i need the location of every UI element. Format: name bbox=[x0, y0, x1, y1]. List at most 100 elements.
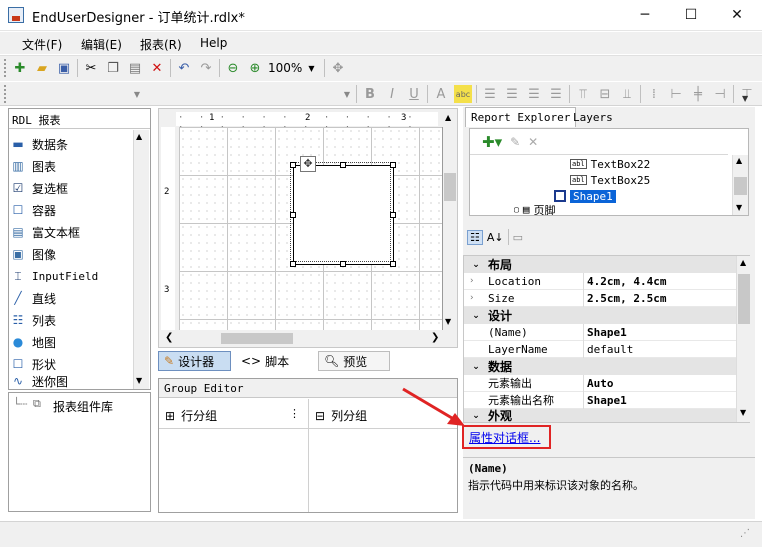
font-name-select[interactable]: ▼ bbox=[14, 85, 140, 103]
toolbox-item-map[interactable]: ● 地图 bbox=[11, 331, 136, 353]
new-icon[interactable]: ✚ bbox=[11, 59, 29, 77]
toolbar-overflow-icon[interactable]: ▼ bbox=[742, 94, 748, 103]
edit-icon[interactable]: ✎ bbox=[510, 135, 520, 149]
designer-vertical-scrollbar[interactable]: ▲ ▼ bbox=[443, 111, 457, 330]
tab-layers[interactable]: Layers bbox=[569, 110, 617, 125]
toolbox-item-shape[interactable]: ☐ 形状 bbox=[11, 353, 136, 375]
property-value[interactable]: default bbox=[584, 343, 633, 356]
property-value[interactable]: Auto bbox=[584, 377, 614, 390]
property-row-size[interactable]: Size 2.5cm, 2.5cm bbox=[464, 289, 736, 307]
property-category[interactable]: ⌄ 布局 bbox=[464, 256, 736, 273]
shape1-element[interactable]: ✥ bbox=[290, 156, 396, 267]
maximize-button[interactable]: ☐ bbox=[668, 0, 714, 30]
property-value[interactable]: 4.2cm, 4.4cm bbox=[584, 275, 666, 288]
scroll-up-icon[interactable]: ▲ bbox=[136, 132, 142, 141]
scroll-down-icon[interactable]: ▼ bbox=[736, 203, 742, 212]
scroll-thumb[interactable] bbox=[221, 333, 293, 344]
property-row-element-output[interactable]: 元素输出 Auto bbox=[464, 374, 736, 392]
move-icon[interactable]: ✥ bbox=[300, 156, 316, 172]
align-left-icon[interactable]: ☰ bbox=[481, 85, 499, 103]
resize-handle[interactable] bbox=[390, 261, 396, 267]
tree-item-page-footer[interactable]: ▢ ▤ 页脚 bbox=[514, 204, 555, 215]
cut-icon[interactable]: ✂ bbox=[82, 59, 100, 77]
scroll-thumb[interactable] bbox=[738, 274, 750, 324]
designer-horizontal-scrollbar[interactable]: ❮ ❯ bbox=[161, 331, 443, 346]
scroll-left-icon[interactable]: ❮ bbox=[165, 332, 173, 343]
scroll-thumb[interactable] bbox=[734, 177, 747, 195]
scroll-up-icon[interactable]: ▲ bbox=[740, 258, 746, 267]
property-pages-icon[interactable]: ▭ bbox=[513, 231, 523, 244]
align-rights-icon[interactable]: ⊣ bbox=[711, 85, 729, 103]
toolbox-item-checkbox[interactable]: ☑ 复选框 bbox=[11, 177, 136, 199]
column-groups-header[interactable]: ⊟ 列分组 bbox=[315, 407, 367, 424]
close-button[interactable]: ✕ bbox=[714, 0, 760, 30]
resize-grip-icon[interactable]: ⋰ bbox=[740, 528, 750, 539]
property-grid-scrollbar[interactable]: ▲ ▼ bbox=[736, 256, 750, 422]
property-category[interactable]: ⌄ 设计 bbox=[464, 307, 736, 324]
toolbox-item-inputfield[interactable]: ⌶ InputField bbox=[11, 265, 136, 287]
toolbox-item-sparkline[interactable]: ∿ 迷你图 bbox=[11, 373, 136, 389]
underline-icon[interactable]: U bbox=[405, 85, 423, 103]
alphabetical-icon[interactable]: A↓ bbox=[487, 231, 504, 244]
collapse-icon[interactable]: ⌄ bbox=[464, 260, 488, 270]
menu-help[interactable]: Help bbox=[200, 36, 227, 50]
resize-handle[interactable] bbox=[290, 162, 296, 168]
scroll-up-icon[interactable]: ▲ bbox=[736, 156, 742, 165]
align-centers-icon[interactable]: ╪ bbox=[689, 85, 707, 103]
toolbox-item-databar[interactable]: ▬ 数据条 bbox=[11, 133, 136, 155]
copy-icon[interactable]: ❐ bbox=[104, 59, 122, 77]
categorized-icon[interactable]: ☷ bbox=[467, 229, 483, 245]
scroll-up-icon[interactable]: ▲ bbox=[445, 113, 451, 122]
scroll-thumb[interactable] bbox=[444, 173, 456, 201]
resize-handle[interactable] bbox=[290, 212, 296, 218]
expand-icon[interactable]: › bbox=[470, 276, 474, 286]
tree-item-textbox25[interactable]: abl TextBox25 bbox=[570, 172, 650, 188]
property-row-name[interactable]: (Name) Shape1 bbox=[464, 323, 736, 341]
open-icon[interactable]: ▰ bbox=[33, 59, 51, 77]
font-size-select[interactable]: ▼ bbox=[145, 85, 350, 103]
valign-top-icon[interactable]: ⫪ bbox=[574, 85, 592, 103]
property-category[interactable]: ⌄ 数据 bbox=[464, 358, 736, 375]
property-value[interactable]: 2.5cm, 2.5cm bbox=[584, 292, 666, 305]
row-group-options-icon[interactable]: ⋮ bbox=[289, 407, 300, 420]
add-icon[interactable]: ✚▾ bbox=[482, 133, 502, 151]
align-lefts-icon[interactable]: ⊢ bbox=[667, 85, 685, 103]
scroll-down-icon[interactable]: ▼ bbox=[740, 408, 746, 417]
remove-icon[interactable]: ✕ bbox=[528, 135, 538, 149]
tab-designer[interactable]: ✎ 设计器 bbox=[158, 351, 231, 371]
menu-edit[interactable]: 编辑(E) bbox=[81, 36, 122, 53]
toolbox-scrollbar[interactable]: ▲ ▼ bbox=[133, 130, 149, 389]
delete-icon[interactable]: ✕ bbox=[148, 59, 166, 77]
zoom-in-icon[interactable]: ⊕ bbox=[246, 59, 264, 77]
tab-script[interactable]: <> 脚本 bbox=[236, 351, 294, 371]
toolbox-item-richtext[interactable]: ▤ 富文本框 bbox=[11, 221, 136, 243]
menu-file[interactable]: 文件(F) bbox=[22, 36, 62, 53]
toolbox-item-container[interactable]: ☐ 容器 bbox=[11, 199, 136, 221]
toolbox-item-image[interactable]: ▣ 图像 bbox=[11, 243, 136, 265]
resize-handle[interactable] bbox=[340, 162, 346, 168]
tree-item-shape1[interactable]: Shape1 bbox=[554, 188, 616, 204]
explorer-scrollbar[interactable]: ▲ ▼ bbox=[732, 155, 748, 215]
toolbox-item-chart[interactable]: ▥ 图表 bbox=[11, 155, 136, 177]
zoom-out-icon[interactable]: ⊖ bbox=[224, 59, 242, 77]
design-canvas[interactable]: ✥ bbox=[179, 127, 443, 330]
toolbar-grip[interactable] bbox=[4, 85, 7, 103]
component-library-item[interactable]: 报表组件库 bbox=[53, 398, 113, 415]
scroll-down-icon[interactable]: ▼ bbox=[136, 376, 142, 385]
collapse-icon[interactable]: ⌄ bbox=[464, 311, 488, 321]
save-icon[interactable]: ▣ bbox=[55, 59, 73, 77]
tab-preview[interactable]: 🔍︎ 预览 bbox=[318, 351, 390, 371]
align-justify-icon[interactable]: ☰ bbox=[547, 85, 565, 103]
paste-icon[interactable]: ▤ bbox=[126, 59, 144, 77]
expand-icon[interactable]: › bbox=[470, 293, 474, 303]
italic-icon[interactable]: I bbox=[383, 85, 401, 103]
align-right-icon[interactable]: ☰ bbox=[525, 85, 543, 103]
minimize-button[interactable]: ─ bbox=[622, 0, 668, 30]
valign-middle-icon[interactable]: ⊟ bbox=[596, 85, 614, 103]
toolbox-item-line[interactable]: ╱ 直线 bbox=[11, 287, 136, 309]
property-row-location[interactable]: Location 4.2cm, 4.4cm bbox=[464, 272, 736, 290]
fit-page-icon[interactable]: ✥ bbox=[329, 59, 347, 77]
property-category[interactable]: ⌄ 外观 bbox=[464, 409, 736, 422]
menu-report[interactable]: 报表(R) bbox=[140, 36, 182, 53]
valign-bottom-icon[interactable]: ⫫ bbox=[618, 85, 636, 103]
